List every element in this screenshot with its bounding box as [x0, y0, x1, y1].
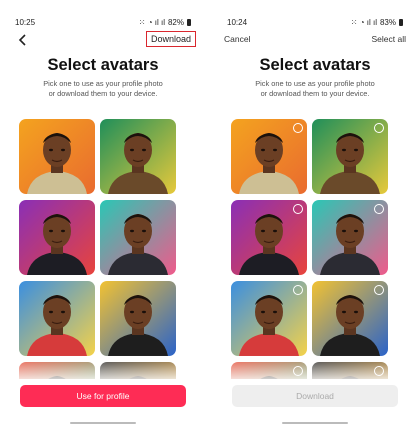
page-title: Select avatars — [47, 56, 159, 74]
avatar-green-neon[interactable] — [100, 119, 176, 194]
avatar-orange-floral[interactable] — [19, 119, 95, 194]
avatar-grid — [19, 119, 185, 379]
avatar-portrait — [100, 119, 176, 194]
avatar-purple-red[interactable] — [231, 200, 307, 275]
avatar-green-neon[interactable] — [312, 119, 388, 194]
select-circle-icon[interactable] — [293, 204, 303, 214]
page-subtitle: Pick one to use as your profile photo or… — [43, 79, 163, 98]
home-indicator — [282, 422, 348, 424]
avatar-purple-red[interactable] — [19, 200, 95, 275]
battery-level: 83% — [379, 17, 396, 27]
cancel-button[interactable]: Cancel — [224, 34, 250, 44]
avatar-grid — [231, 119, 397, 379]
download-button-disabled: Download — [232, 385, 398, 407]
avatar-yellow-blue[interactable] — [100, 281, 176, 356]
select-circle-icon[interactable] — [293, 123, 303, 133]
avatar-portrait — [100, 200, 176, 275]
right-screen: 10:24 ⁙ ◔ ıl ıl 83% Cancel Select all Se… — [221, 0, 406, 431]
home-indicator — [70, 422, 136, 424]
avatar-orange-floral[interactable] — [231, 119, 307, 194]
back-arrow-icon[interactable] — [15, 32, 31, 48]
battery-icon — [399, 18, 403, 26]
status-bar: 10:24 ⁙ ◔ ıl ıl 83% — [227, 16, 403, 28]
signal-icon: ⁙ ◔ ıl ıl — [138, 17, 165, 27]
page-title: Select avatars — [259, 56, 371, 74]
download-button[interactable]: Download — [145, 31, 196, 47]
avatar-portrait — [19, 200, 95, 275]
select-all-button[interactable]: Select all — [372, 34, 406, 44]
battery-level: 82% — [167, 17, 184, 27]
signal-icon: ⁙ ◔ ıl ıl — [350, 17, 377, 27]
status-time: 10:24 — [227, 17, 248, 27]
select-circle-icon[interactable] — [374, 285, 384, 295]
avatar-teal-pink[interactable] — [312, 200, 388, 275]
avatar-watercolor[interactable] — [19, 281, 95, 356]
avatar-portrait — [19, 281, 95, 356]
left-screen: 10:25 ⁙ ◔ ıl ıl 82% Download Select avat… — [9, 0, 197, 431]
battery-icon — [187, 18, 191, 26]
page-subtitle: Pick one to use as your profile photo or… — [255, 79, 375, 98]
avatar-watercolor[interactable] — [231, 281, 307, 356]
select-circle-icon[interactable] — [293, 285, 303, 295]
select-circle-icon[interactable] — [374, 123, 384, 133]
status-bar: 10:25 ⁙ ◔ ıl ıl 82% — [15, 16, 191, 28]
avatar-portrait — [19, 119, 95, 194]
avatar-yellow-blue[interactable] — [312, 281, 388, 356]
avatar-portrait — [100, 281, 176, 356]
select-circle-icon[interactable] — [374, 204, 384, 214]
use-for-profile-button[interactable]: Use for profile — [20, 385, 186, 407]
status-time: 10:25 — [15, 17, 36, 27]
avatar-teal-pink[interactable] — [100, 200, 176, 275]
